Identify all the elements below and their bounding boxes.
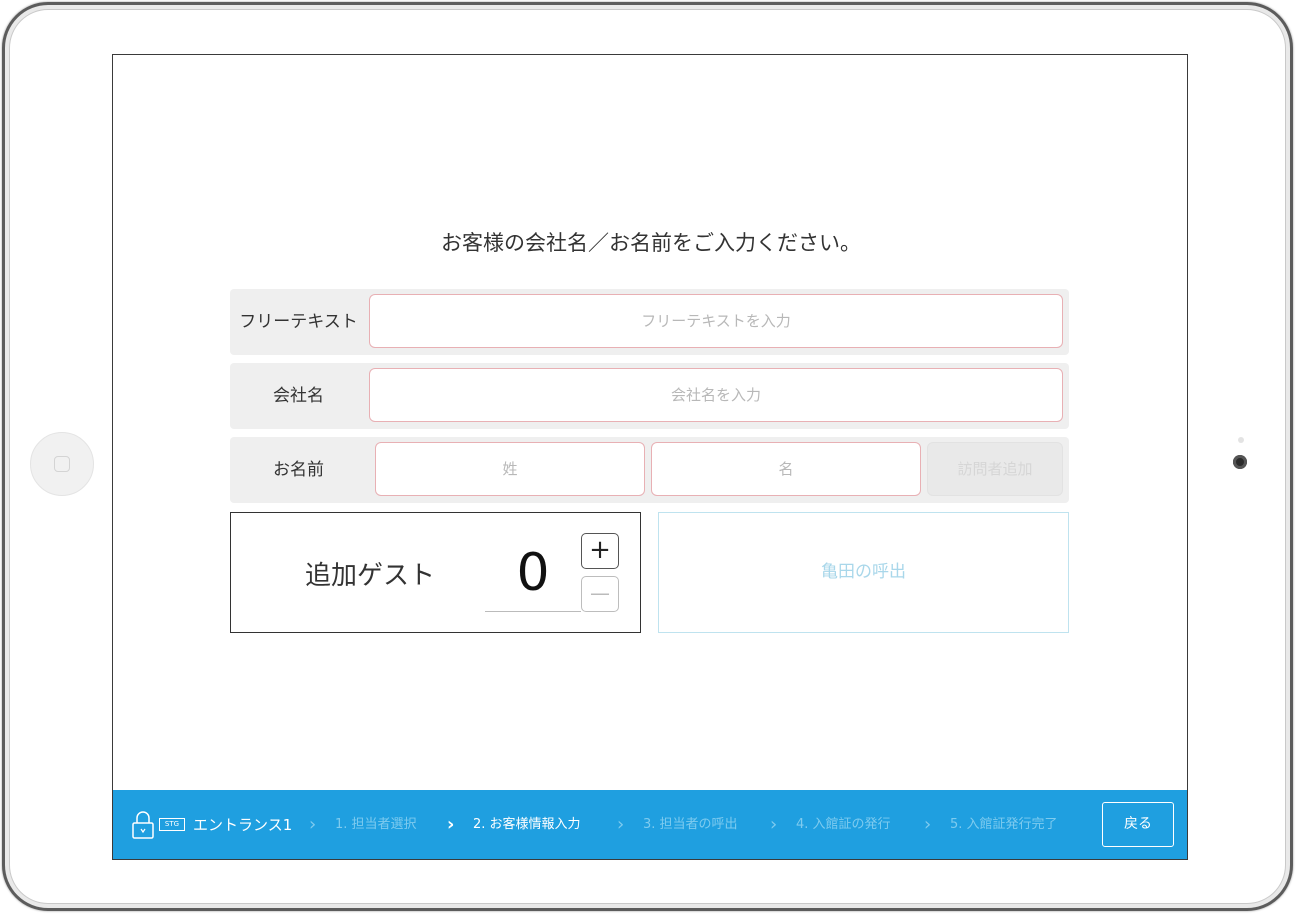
first-name-input[interactable]: 名	[651, 442, 921, 496]
company-row: 会社名 会社名を入力	[230, 363, 1069, 429]
call-host-button[interactable]: 亀田の呼出	[658, 512, 1069, 633]
step-4: 4. 入館証の発行	[796, 817, 891, 832]
last-name-input[interactable]: 姓	[375, 442, 645, 496]
add-visitor-button[interactable]: 訪問者追加	[927, 442, 1063, 496]
chevron-right-icon: ›	[924, 814, 932, 835]
free-text-row: フリーテキスト フリーテキストを入力	[230, 289, 1069, 355]
app-screen: お客様の会社名／お名前をご入力ください。 フリーテキスト フリーテキストを入力 …	[112, 54, 1188, 860]
additional-guest-label: 追加ゲスト	[305, 561, 436, 591]
step-5: 5. 入館証発行完了	[950, 817, 1058, 832]
camera-icon	[1233, 455, 1247, 469]
footer-bar: STG エントランス1 › 1. 担当者選択 › 2. お客様情報入力 › 3.…	[113, 790, 1187, 859]
name-label: お名前	[273, 460, 324, 480]
name-row: お名前 姓 名 訪問者追加	[230, 437, 1069, 503]
free-text-label: フリーテキスト	[239, 312, 358, 332]
chevron-right-icon: ›	[447, 814, 455, 835]
chevron-right-icon: ›	[617, 814, 625, 835]
back-button[interactable]: 戻る	[1102, 802, 1174, 847]
home-button[interactable]	[30, 432, 94, 496]
step-2: 2. お客様情報入力	[473, 817, 581, 832]
free-text-input[interactable]: フリーテキストを入力	[369, 294, 1063, 348]
lock-icon	[132, 811, 154, 839]
guest-count-value: 0	[485, 535, 581, 612]
company-label: 会社名	[273, 386, 324, 406]
ambient-sensor	[1238, 437, 1244, 443]
increment-guest-button[interactable]: +	[581, 533, 619, 569]
company-input[interactable]: 会社名を入力	[369, 368, 1063, 422]
entrance-label: エントランス1	[193, 816, 293, 834]
step-3: 3. 担当者の呼出	[643, 817, 738, 832]
chevron-right-icon: ›	[309, 814, 317, 835]
additional-guest-panel: 追加ゲスト 0 + —	[230, 512, 641, 633]
step-1: 1. 担当者選択	[335, 817, 417, 832]
home-button-icon	[54, 456, 70, 472]
stg-badge: STG	[159, 818, 185, 831]
page-prompt: お客様の会社名／お名前をご入力ください。	[441, 231, 861, 255]
chevron-right-icon: ›	[770, 814, 778, 835]
decrement-guest-button[interactable]: —	[581, 576, 619, 612]
